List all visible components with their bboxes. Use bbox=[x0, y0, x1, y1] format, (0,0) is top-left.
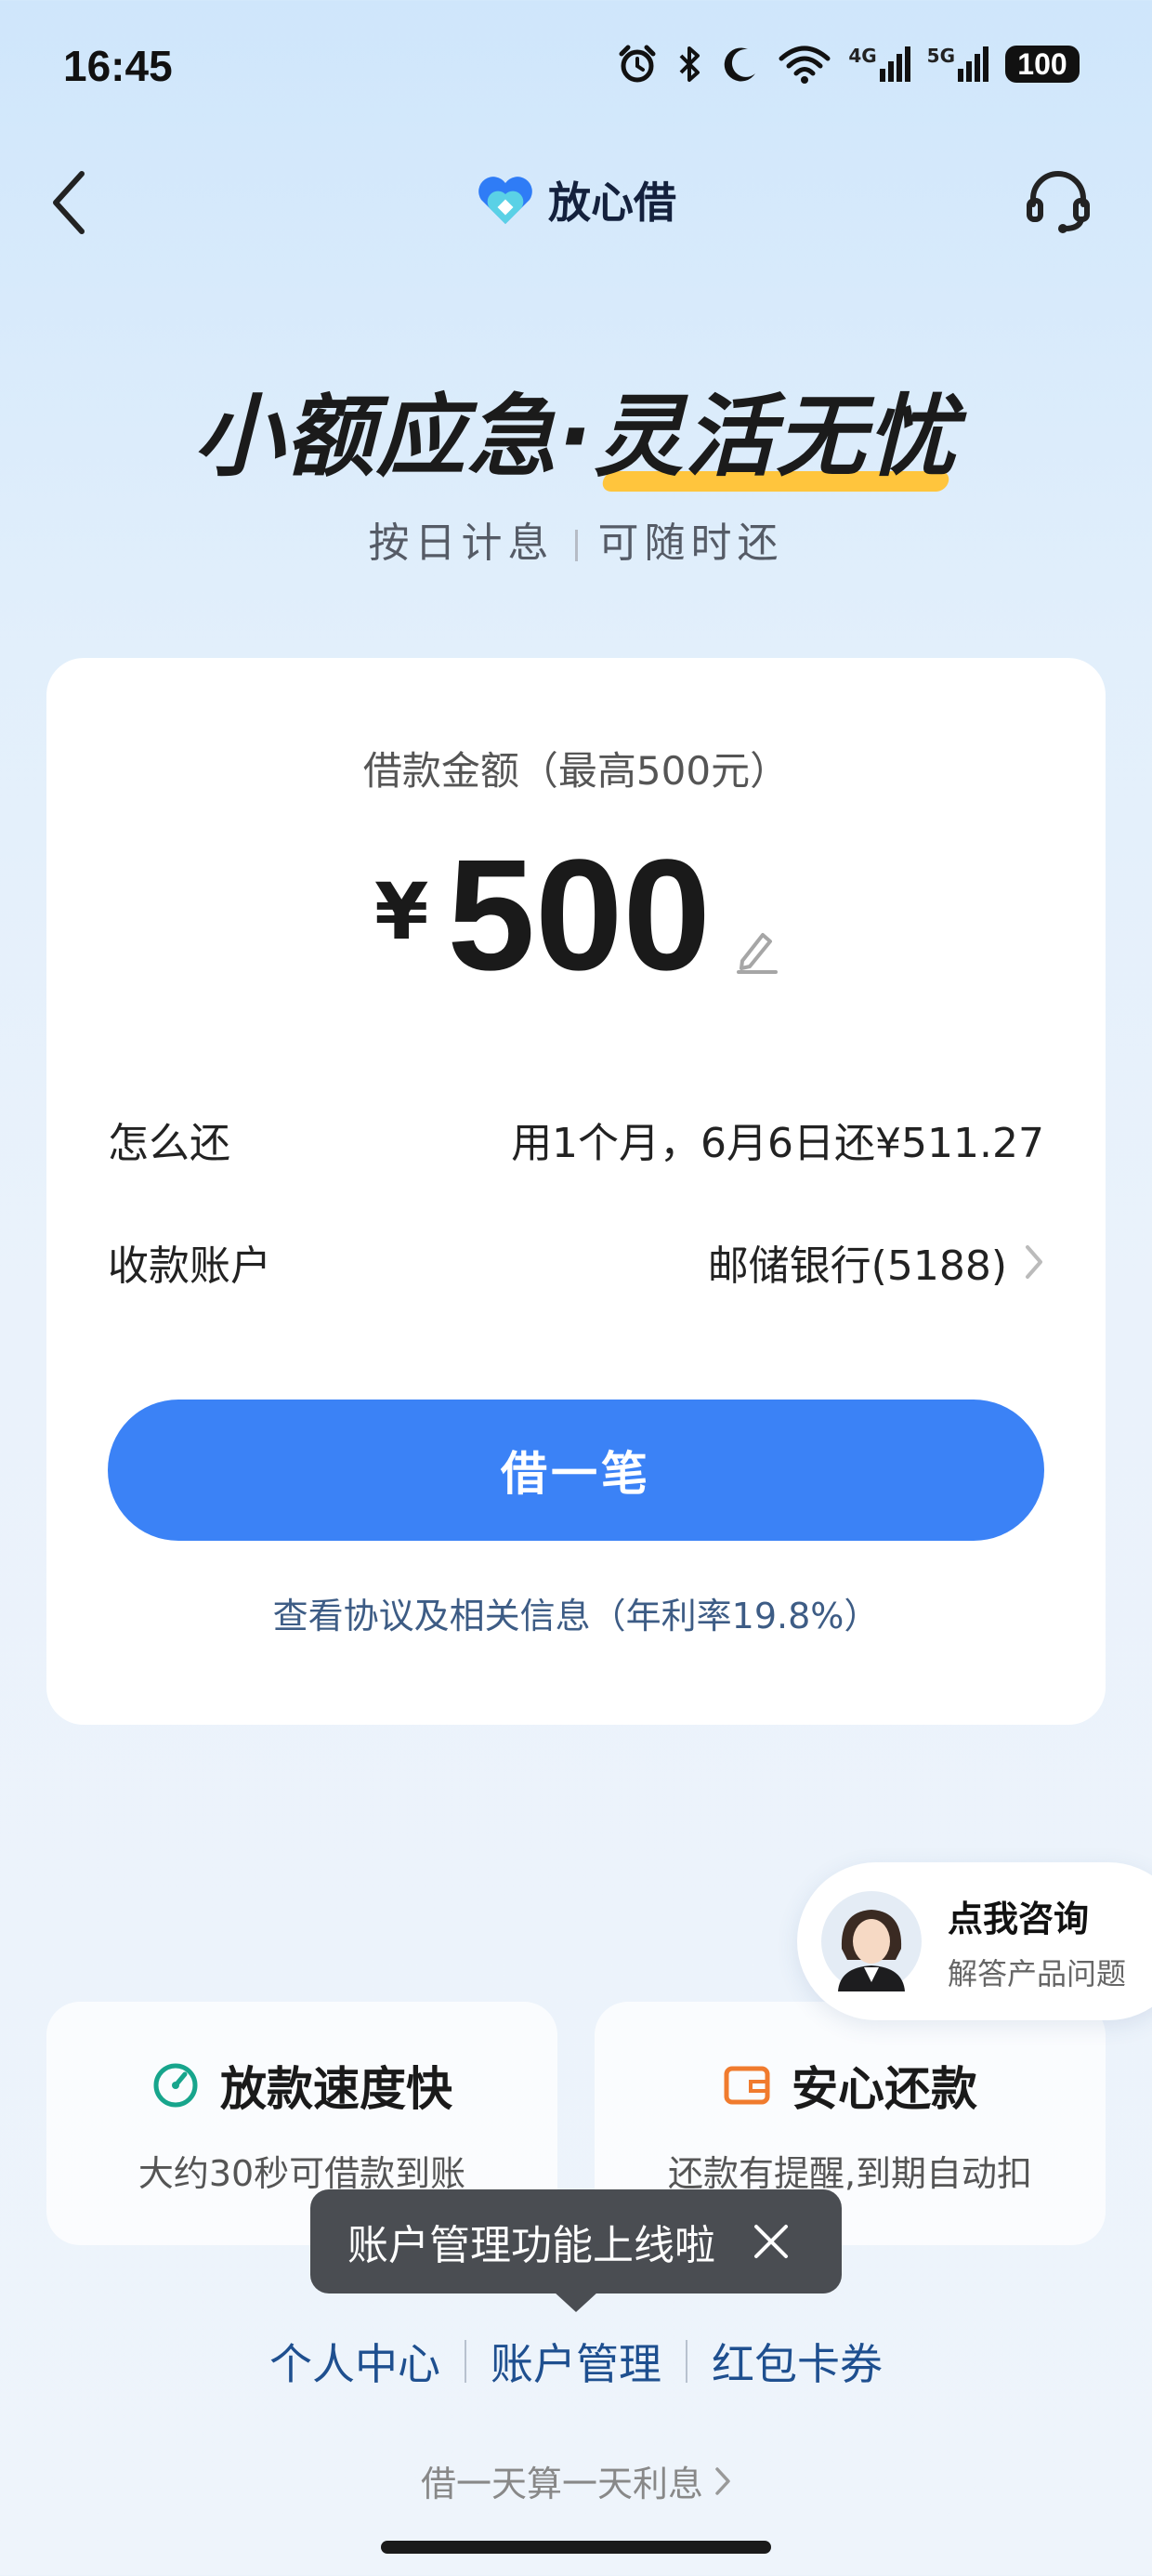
subheadline: 按日计息 可随时还 bbox=[0, 509, 1152, 569]
home-indicator bbox=[381, 2541, 771, 2554]
borrow-button[interactable]: 借一笔 bbox=[108, 1400, 1044, 1541]
receiving-account-row[interactable]: 收款账户 邮储银行(5188) bbox=[108, 1232, 1044, 1292]
alarm-icon bbox=[619, 45, 656, 83]
link-account-management[interactable]: 账户管理 bbox=[491, 2331, 661, 2392]
speedometer-icon bbox=[153, 2063, 198, 2108]
tooltip-arrow bbox=[554, 2292, 598, 2312]
battery-indicator: 100 bbox=[1005, 46, 1080, 83]
amount-display[interactable]: ¥ 500 bbox=[46, 836, 1106, 994]
wallet-icon bbox=[724, 2066, 770, 2105]
amount-label: 借款金额（最高500元） bbox=[362, 748, 790, 794]
customer-service-button[interactable] bbox=[1024, 167, 1093, 236]
headline: 小额应急·灵活无忧 bbox=[0, 364, 1152, 493]
wifi-icon bbox=[779, 46, 831, 84]
headline-part2: 灵活无忧 bbox=[594, 364, 958, 493]
subhead-left: 按日计息 bbox=[368, 519, 555, 567]
link-personal-center[interactable]: 个人中心 bbox=[269, 2331, 440, 2392]
consult-title: 点我咨询 bbox=[948, 1898, 1090, 1939]
repay-plan-row: 怎么还 用1个月，6月6日还¥511.27 bbox=[108, 1110, 1044, 1169]
status-time: 16:45 bbox=[63, 42, 173, 90]
agreement-link[interactable]: 查看协议及相关信息（年利率19.8%） bbox=[46, 1587, 1106, 1638]
consult-button[interactable]: 点我咨询 解答产品问题 bbox=[797, 1862, 1152, 2020]
feature-desc: 大约30秒可借款到账 bbox=[137, 2153, 466, 2194]
feature-desc: 还款有提醒,到期自动扣 bbox=[667, 2153, 1033, 2194]
currency-symbol: ¥ bbox=[373, 866, 429, 957]
headline-part1: 小额应急· bbox=[193, 385, 595, 489]
bluetooth-icon bbox=[679, 46, 700, 82]
subhead-right: 可随时还 bbox=[597, 519, 784, 567]
account-value: 邮储银行(5188) bbox=[707, 1242, 1007, 1290]
signal-5g-icon: 5G bbox=[927, 46, 988, 82]
interest-note-link[interactable]: 借一天算一天利息 bbox=[0, 2455, 1152, 2506]
brand-header: 放心借 bbox=[0, 169, 1152, 230]
account-label: 收款账户 bbox=[108, 1242, 271, 1290]
moon-icon bbox=[725, 47, 756, 82]
repay-label: 怎么还 bbox=[108, 1120, 230, 1167]
link-divider bbox=[465, 2340, 466, 2383]
link-divider bbox=[686, 2340, 687, 2383]
feature-tooltip: 账户管理功能上线啦 bbox=[310, 2189, 842, 2293]
chevron-right-icon bbox=[1026, 1245, 1042, 1279]
status-icons: 4G 5G 100 bbox=[616, 43, 1080, 85]
loan-card: 借款金额（最高500元） ¥ 500 怎么还 用1个月，6月6日还¥511.27… bbox=[46, 658, 1106, 1725]
feature-title: 放款速度快 bbox=[220, 2062, 452, 2116]
loan-amount: 500 bbox=[447, 827, 712, 1004]
tooltip-text: 账户管理功能上线啦 bbox=[347, 2222, 715, 2269]
brand-name: 放心借 bbox=[548, 177, 676, 228]
signal-4g-icon: 4G bbox=[848, 46, 910, 82]
link-coupons[interactable]: 红包卡券 bbox=[712, 2331, 883, 2392]
consult-subtitle: 解答产品问题 bbox=[948, 1955, 1127, 1991]
feature-title: 安心还款 bbox=[792, 2062, 977, 2116]
subhead-divider bbox=[574, 530, 578, 561]
bottom-links: 个人中心 账户管理 红包卡券 bbox=[0, 2331, 1152, 2392]
chevron-right-icon bbox=[715, 2466, 730, 2495]
close-icon[interactable] bbox=[753, 2223, 790, 2260]
repay-value: 用1个月，6月6日还¥511.27 bbox=[511, 1120, 1044, 1167]
edit-icon[interactable] bbox=[735, 927, 779, 974]
interest-note: 借一天算一天利息 bbox=[420, 2464, 703, 2504]
avatar bbox=[821, 1891, 922, 1991]
headset-icon bbox=[1027, 171, 1090, 233]
heart-logo-icon bbox=[478, 177, 532, 224]
